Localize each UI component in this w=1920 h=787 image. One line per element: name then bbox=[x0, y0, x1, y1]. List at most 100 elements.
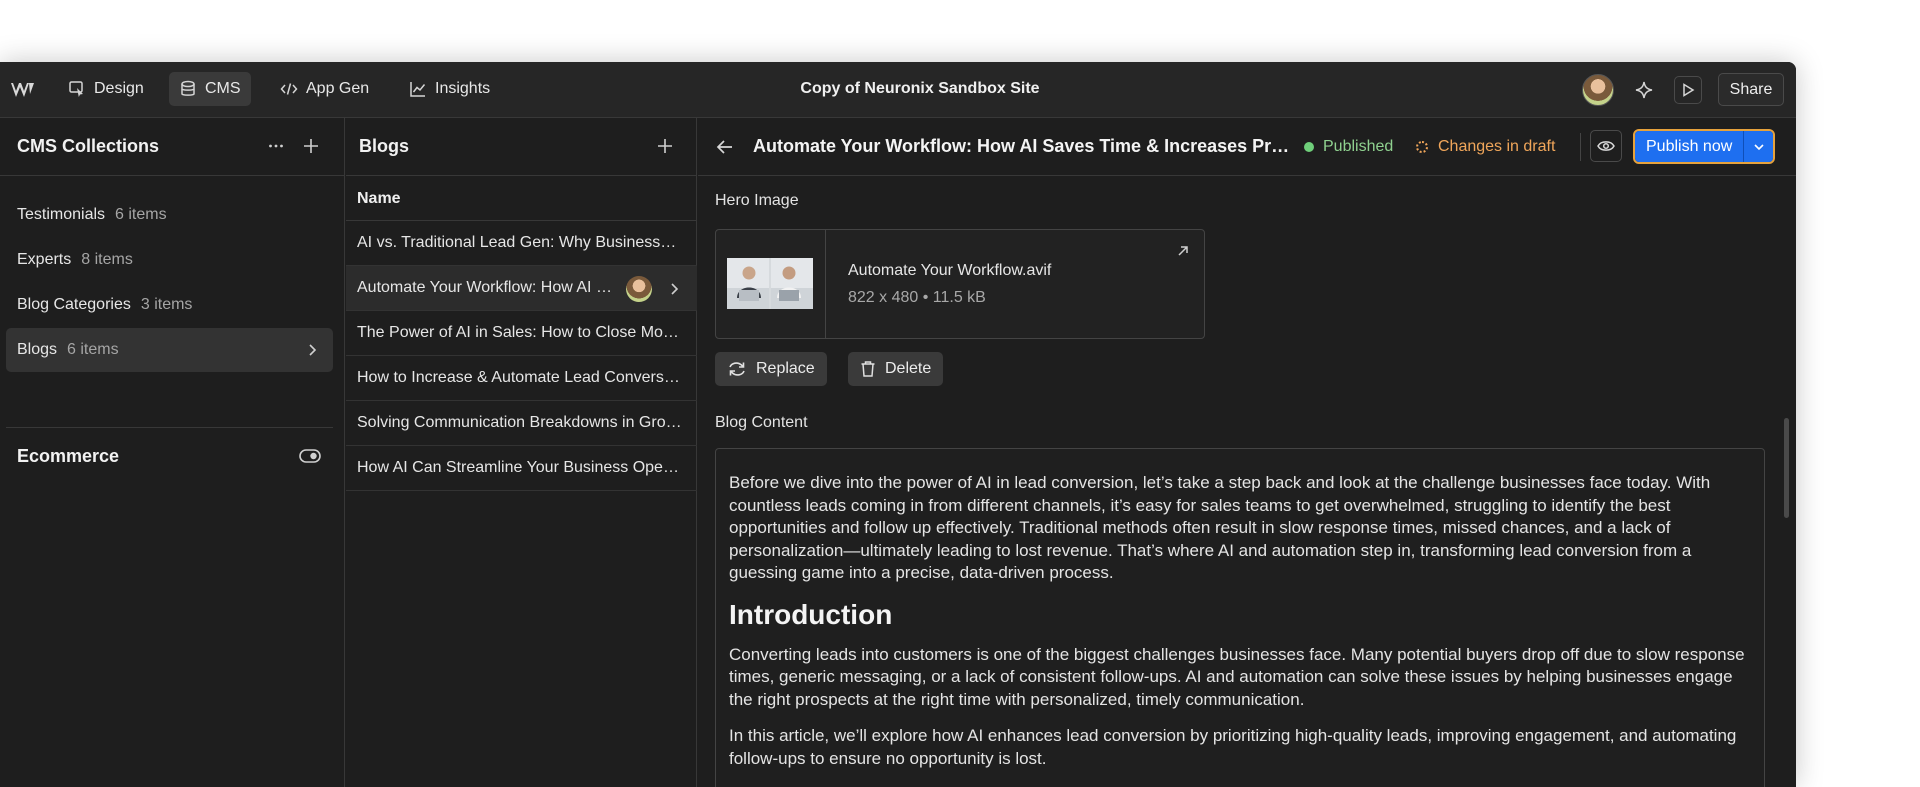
trash-icon bbox=[861, 361, 875, 377]
content-heading: Introduction bbox=[729, 598, 893, 630]
nav-insights[interactable]: Insights bbox=[399, 72, 500, 106]
share-button[interactable]: Share bbox=[1718, 73, 1784, 106]
collections-title: CMS Collections bbox=[17, 136, 160, 156]
rich-text-editor[interactable]: Before we dive into the power of AI in l… bbox=[715, 448, 1765, 787]
plus-icon bbox=[304, 139, 318, 153]
plus-icon bbox=[658, 139, 672, 153]
content-paragraph: Converting leads into customers is one o… bbox=[729, 644, 1745, 709]
site-title: Copy of Neuronix Sandbox Site bbox=[800, 80, 1040, 97]
webflow-logo-icon[interactable] bbox=[10, 80, 38, 100]
collection-item-blog-categories[interactable]: Blog Categories 3 items bbox=[6, 283, 333, 327]
blog-row[interactable]: How to Increase & Automate Lead Conversi… bbox=[346, 356, 697, 401]
collections-panel: CMS Collections Testimonials 6 items Exp… bbox=[0, 118, 345, 787]
blogs-list-panel: Blogs Name AI vs. Traditional Lead Gen: … bbox=[346, 118, 697, 787]
status-draft: Changes in draft bbox=[1416, 138, 1555, 156]
collection-label: Experts bbox=[17, 251, 72, 268]
collection-label: Testimonials bbox=[17, 206, 106, 223]
blog-row-title: How to Increase & Automate Lead Conversi… bbox=[357, 369, 683, 386]
section-divider bbox=[6, 427, 333, 428]
header-separator bbox=[1580, 133, 1581, 161]
designer-cursor-icon bbox=[69, 81, 83, 97]
publish-options-button[interactable] bbox=[1743, 131, 1774, 162]
delete-button[interactable]: Delete bbox=[848, 352, 944, 386]
draft-dotted-circle-icon bbox=[1416, 141, 1428, 153]
collection-count: 3 items bbox=[140, 296, 193, 313]
item-title: Automate Your Workflow: How AI Saves Tim… bbox=[753, 136, 1293, 156]
collection-count: 6 items bbox=[115, 206, 167, 223]
collection-count: 6 items bbox=[67, 341, 119, 358]
publish-now-button[interactable]: Publish now bbox=[1635, 131, 1744, 162]
publish-button-group: Publish now bbox=[1633, 129, 1776, 164]
hero-image-label: Hero Image bbox=[715, 192, 799, 209]
nav-design-label: Design bbox=[94, 80, 144, 97]
open-external-icon[interactable] bbox=[1176, 244, 1190, 258]
editor-avatar bbox=[626, 276, 652, 302]
image-thumbnail-frame bbox=[716, 230, 826, 338]
collection-count: 8 items bbox=[81, 251, 133, 268]
hero-image-card[interactable]: Automate Your Workflow.avif 822 x 480 • … bbox=[715, 229, 1205, 339]
eye-icon bbox=[1597, 141, 1615, 151]
collections-header: CMS Collections bbox=[0, 118, 344, 176]
collection-label: Blog Categories bbox=[17, 296, 131, 313]
refresh-icon bbox=[729, 362, 745, 376]
nav-app-gen[interactable]: App Gen bbox=[270, 72, 379, 106]
blog-row[interactable]: How AI Can Streamline Your Business Oper… bbox=[346, 446, 697, 491]
add-item-button[interactable] bbox=[654, 135, 676, 157]
nav-insights-label: Insights bbox=[435, 80, 491, 97]
ecommerce-title: Ecommerce bbox=[17, 446, 120, 466]
sparkle-icon bbox=[1635, 81, 1653, 99]
blog-row[interactable]: AI vs. Traditional Lead Gen: Why Busines… bbox=[346, 221, 697, 266]
collection-label: Blogs bbox=[17, 341, 58, 358]
user-avatar[interactable] bbox=[1582, 74, 1614, 106]
chevron-down-icon bbox=[1754, 143, 1764, 150]
ai-sparkle-button[interactable] bbox=[1630, 76, 1658, 104]
cms-app-window: Design CMS App Gen Insights Copy of Neur… bbox=[0, 62, 1796, 787]
blog-row-title: The Power of AI in Sales: How to Close M… bbox=[357, 324, 683, 341]
nav-cms-label: CMS bbox=[205, 80, 241, 97]
play-icon bbox=[1683, 83, 1695, 97]
column-header-name[interactable]: Name bbox=[357, 190, 401, 208]
preview-play-button[interactable] bbox=[1674, 76, 1702, 104]
more-horizontal-icon bbox=[269, 144, 283, 148]
status-published: Published bbox=[1304, 138, 1393, 156]
vertical-scrollbar[interactable] bbox=[1784, 418, 1789, 518]
status-published-label: Published bbox=[1323, 138, 1394, 155]
blog-content-label: Blog Content bbox=[715, 414, 808, 431]
item-editor-panel: Automate Your Workflow: How AI Saves Tim… bbox=[698, 118, 1796, 787]
collection-item-blogs[interactable]: Blogs 6 items bbox=[6, 328, 333, 372]
collection-item-testimonials[interactable]: Testimonials 6 items bbox=[6, 193, 333, 237]
collection-item-experts[interactable]: Experts 8 items bbox=[6, 238, 333, 282]
blog-row[interactable]: The Power of AI in Sales: How to Close M… bbox=[346, 311, 697, 356]
more-options-button[interactable] bbox=[265, 135, 287, 157]
file-meta: 822 x 480 • 11.5 kB bbox=[848, 289, 986, 306]
file-name: Automate Your Workflow.avif bbox=[848, 262, 1052, 279]
status-draft-label: Changes in draft bbox=[1438, 138, 1556, 155]
published-dot-icon bbox=[1304, 142, 1314, 152]
nav-app-gen-label: App Gen bbox=[306, 80, 370, 97]
top-bar: Design CMS App Gen Insights Copy of Neur… bbox=[0, 62, 1796, 118]
replace-label: Replace bbox=[756, 360, 815, 377]
blogs-header: Blogs bbox=[346, 118, 696, 176]
people-at-laptops-image bbox=[727, 258, 813, 309]
blog-row-selected[interactable]: Automate Your Workflow: How AI Saves Tim… bbox=[346, 266, 697, 311]
arrow-left-icon[interactable] bbox=[714, 136, 736, 158]
toggle-visibility-icon[interactable] bbox=[299, 446, 321, 466]
add-collection-button[interactable] bbox=[300, 135, 322, 157]
blogs-title: Blogs bbox=[359, 136, 410, 156]
delete-label: Delete bbox=[885, 360, 932, 377]
chevron-right-icon bbox=[671, 283, 679, 295]
replace-button[interactable]: Replace bbox=[715, 352, 827, 386]
code-icon bbox=[280, 83, 298, 95]
blog-row-title: How AI Can Streamline Your Business Oper… bbox=[357, 459, 683, 476]
content-paragraph: In this article, we’ll explore how AI en… bbox=[729, 726, 1737, 768]
blog-row-title: AI vs. Traditional Lead Gen: Why Busines… bbox=[357, 234, 683, 251]
chart-line-icon bbox=[410, 82, 426, 97]
chevron-right-icon bbox=[309, 344, 317, 356]
nav-cms[interactable]: CMS bbox=[169, 72, 251, 106]
database-icon bbox=[181, 80, 195, 96]
nav-design[interactable]: Design bbox=[58, 72, 154, 106]
blog-row[interactable]: Solving Communication Breakdowns in Grow… bbox=[346, 401, 697, 446]
blog-row-title: Automate Your Workflow: How AI Saves Tim… bbox=[357, 279, 621, 296]
hero-image-thumbnail bbox=[727, 258, 813, 309]
preview-button[interactable] bbox=[1590, 130, 1622, 162]
